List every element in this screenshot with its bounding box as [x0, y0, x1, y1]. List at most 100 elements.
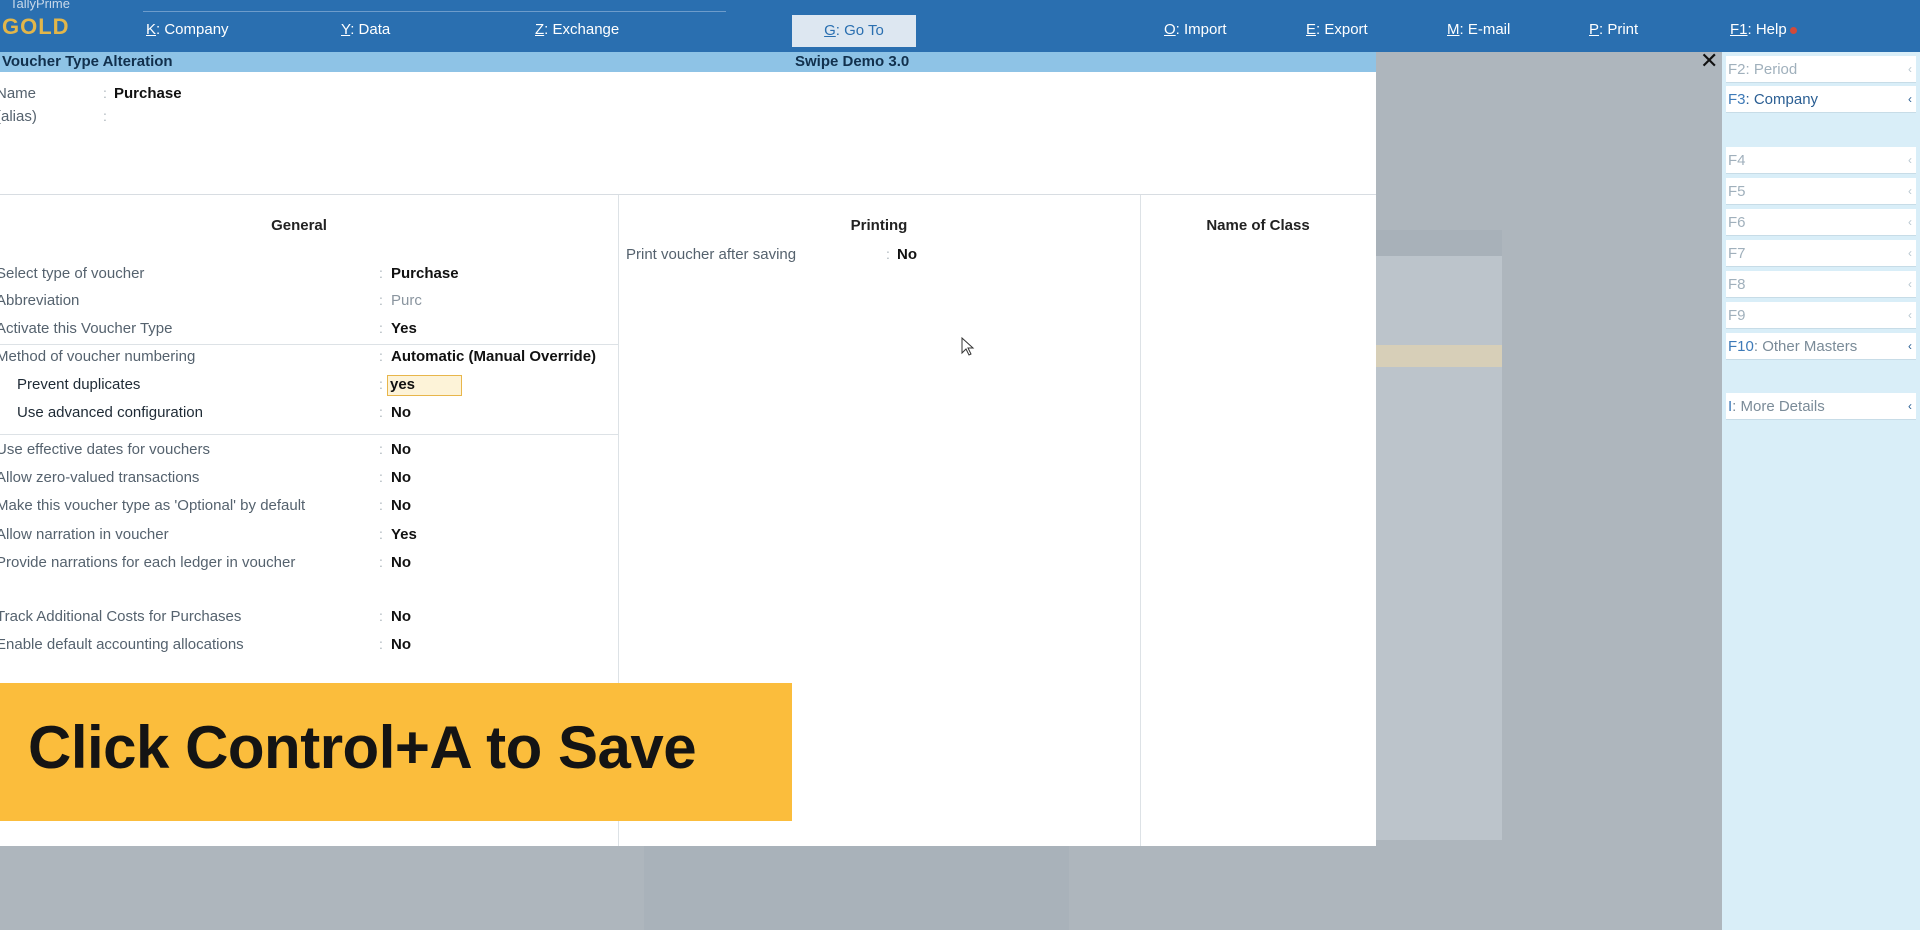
chevron-left-icon: ‹	[1908, 277, 1912, 291]
mouse-cursor-icon	[961, 337, 975, 356]
button-panel: F2: Period ‹ F3: Company ‹ F4 ‹ F5 ‹ F6 ‹ F7 ‹…	[1722, 52, 1920, 930]
more-details-button[interactable]: I: More Details ‹	[1726, 393, 1916, 420]
name-field[interactable]: Purchase	[114, 85, 182, 102]
chevron-left-icon: ‹	[1908, 62, 1912, 76]
alias-label: (alias)	[0, 108, 37, 125]
chevron-left-icon: ‹	[1908, 153, 1912, 167]
field-colon: :	[379, 348, 383, 364]
instruction-banner: Click Control+A to Save	[0, 683, 792, 821]
print-after-saving-value[interactable]: No	[897, 246, 917, 263]
numbering-method-value[interactable]: Automatic (Manual Override)	[391, 348, 596, 365]
field-label: Allow zero-valued transactions	[0, 469, 200, 486]
column-divider-2	[1140, 195, 1141, 846]
zero-valued-value[interactable]: No	[391, 469, 411, 486]
field-colon: :	[379, 441, 383, 457]
menu-data[interactable]: Y: Data	[341, 21, 390, 38]
section-divider-2	[0, 434, 618, 435]
field-label: Provide narrations for each ledger in vo…	[0, 554, 296, 571]
field-colon: :	[379, 554, 383, 570]
effective-dates-value[interactable]: No	[391, 441, 411, 458]
field-label: Select type of voucher	[0, 265, 145, 282]
field-label: Print voucher after saving	[626, 246, 797, 263]
window-title: Voucher Type Alteration	[2, 53, 173, 70]
optional-default-value[interactable]: No	[391, 497, 411, 514]
menu-import[interactable]: O: Import	[1164, 21, 1227, 38]
name-of-class-heading: Name of Class	[1206, 217, 1310, 234]
field-colon: :	[379, 404, 383, 420]
f9-button[interactable]: F9 ‹	[1726, 302, 1916, 329]
field-colon: :	[886, 246, 890, 262]
field-label: Use advanced configuration	[17, 404, 203, 421]
f8-button[interactable]: F8 ‹	[1726, 271, 1916, 298]
allow-narration-value[interactable]: Yes	[391, 526, 417, 543]
advanced-config-value[interactable]: No	[391, 404, 411, 421]
printing-heading: Printing	[850, 217, 908, 234]
menu-company[interactable]: K: Company	[146, 21, 229, 38]
field-label: Activate this Voucher Type	[0, 320, 173, 337]
menu-export[interactable]: E: Export	[1306, 21, 1368, 38]
prevent-duplicates-input[interactable]: yes	[387, 375, 462, 396]
section-divider-1	[0, 344, 618, 345]
field-label: Track Additional Costs for Purchases	[0, 608, 242, 625]
field-label: Enable default accounting allocations	[0, 636, 244, 653]
chevron-left-icon: ‹	[1908, 184, 1912, 198]
field-label: Allow narration in voucher	[0, 526, 169, 543]
field-label: Method of voucher numbering	[0, 348, 196, 365]
field-colon: :	[379, 376, 383, 392]
field-label: Abbreviation	[0, 292, 80, 309]
top-menu-bar: TallyPrime GOLD K: Company Y: Data Z: Ex…	[0, 0, 1920, 52]
chevron-left-icon: ‹	[1908, 399, 1912, 413]
menu-exchange[interactable]: Z: Exchange	[535, 21, 619, 38]
field-colon: :	[379, 608, 383, 624]
default-allocations-value[interactable]: No	[391, 636, 411, 653]
f4-button[interactable]: F4 ‹	[1726, 147, 1916, 174]
ledger-narration-value[interactable]: No	[391, 554, 411, 571]
background-lower-block	[644, 846, 1069, 930]
chevron-left-icon: ‹	[1908, 215, 1912, 229]
close-icon[interactable]: ✕	[1700, 50, 1718, 72]
field-colon: :	[379, 526, 383, 542]
f5-button[interactable]: F5 ‹	[1726, 178, 1916, 205]
background-report-header	[1376, 230, 1502, 256]
window-title-bar: Voucher Type Alteration Swipe Demo 3.0	[0, 52, 1376, 72]
chevron-left-icon: ‹	[1908, 308, 1912, 322]
f7-button[interactable]: F7 ‹	[1726, 240, 1916, 267]
menu-help[interactable]: F1: Help	[1730, 21, 1797, 38]
general-heading: General	[271, 217, 327, 234]
background-report-block	[1376, 230, 1502, 840]
field-label: Prevent duplicates	[17, 376, 141, 393]
banner-text: Click Control+A to Save	[28, 714, 697, 781]
menu-goto[interactable]: G: Go To	[792, 15, 916, 47]
field-colon: :	[379, 265, 383, 281]
chevron-left-icon: ‹	[1908, 92, 1912, 106]
field-colon: :	[379, 320, 383, 336]
field-label: Make this voucher type as 'Optional' by …	[0, 497, 306, 514]
name-colon: :	[103, 85, 107, 101]
help-indicator-icon	[1789, 26, 1797, 34]
background-report-highlight	[1376, 345, 1502, 367]
f6-button[interactable]: F6 ‹	[1726, 209, 1916, 236]
edition-label: GOLD	[2, 14, 70, 39]
field-colon: :	[379, 469, 383, 485]
company-name: Swipe Demo 3.0	[795, 53, 910, 70]
menu-print[interactable]: P: Print	[1589, 21, 1638, 38]
field-label: Use effective dates for vouchers	[0, 441, 210, 458]
field-colon: :	[379, 292, 383, 308]
abbreviation-value[interactable]: Purc	[391, 292, 422, 309]
chevron-left-icon: ‹	[1908, 339, 1912, 353]
f10-other-masters-button[interactable]: F10: Other Masters ‹	[1726, 333, 1916, 360]
f2-period-button[interactable]: F2: Period ‹	[1726, 56, 1916, 83]
f3-company-button[interactable]: F3: Company ‹	[1726, 86, 1916, 113]
chevron-left-icon: ‹	[1908, 246, 1912, 260]
top-divider	[143, 11, 726, 12]
field-colon: :	[379, 636, 383, 652]
additional-costs-value[interactable]: No	[391, 608, 411, 625]
menu-email[interactable]: M: E-mail	[1447, 21, 1510, 38]
name-label: Name	[0, 85, 37, 102]
field-colon: :	[379, 497, 383, 513]
header-divider	[0, 194, 1376, 195]
product-name: TallyPrime	[10, 0, 70, 11]
activate-voucher-type-value[interactable]: Yes	[391, 320, 417, 337]
voucher-type-value[interactable]: Purchase	[391, 265, 459, 282]
alias-colon: :	[103, 108, 107, 124]
